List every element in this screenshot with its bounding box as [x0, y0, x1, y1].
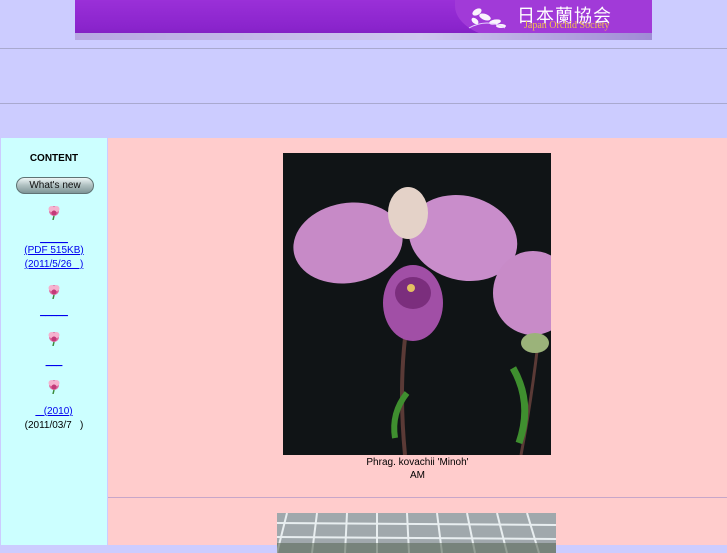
- photo-caption: Phrag. kovachii 'Minoh': [366, 457, 469, 468]
- sidebar-link[interactable]: _____: [1, 306, 107, 317]
- logo-english-text: Japan Orchid Society: [524, 20, 610, 31]
- orchid-flower-icon[interactable]: [46, 330, 62, 346]
- orchid-photo: [283, 153, 551, 455]
- horizontal-rule: [0, 103, 727, 104]
- orchid-flower-icon[interactable]: [46, 283, 62, 299]
- main-content: Phrag. kovachii 'Minoh' AM: [108, 138, 727, 553]
- sidebar-link-2010[interactable]: (2010): [1, 406, 107, 417]
- whats-new-button[interactable]: What's new: [16, 177, 94, 194]
- sidebar: CONTENT What's new _____ (PDF 515KB) (20…: [1, 138, 107, 545]
- horizontal-rule: [0, 48, 727, 49]
- greenhouse-photo: [277, 513, 556, 553]
- orchid-logo-icon: [468, 8, 506, 29]
- sidebar-link[interactable]: _____: [1, 233, 107, 244]
- sidebar-link[interactable]: ___: [1, 356, 107, 367]
- sidebar-title: CONTENT: [29, 153, 79, 164]
- sidebar-link-pdf[interactable]: (PDF 515KB): [1, 245, 107, 256]
- photo-caption-award: AM: [410, 470, 425, 481]
- section-divider: [108, 497, 727, 498]
- sidebar-link-date[interactable]: (2011/5/26 ): [1, 259, 107, 270]
- orchid-flower-icon[interactable]: [46, 378, 62, 394]
- orchid-flower-icon[interactable]: [46, 204, 62, 220]
- sidebar-date-text: (2011/03/7 ): [24, 420, 84, 431]
- header-banner: 日本蘭協会 Japan Orchid Society: [75, 0, 652, 40]
